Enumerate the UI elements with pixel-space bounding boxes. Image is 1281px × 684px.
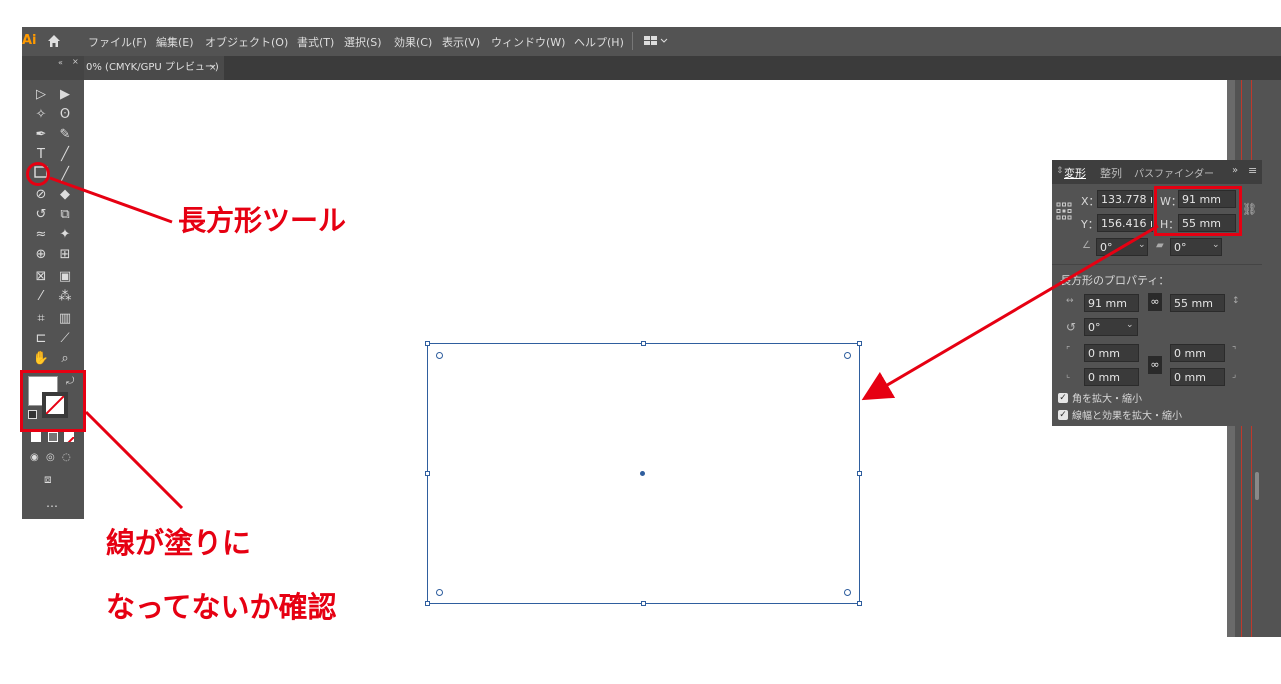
stroke-fill-annotation-line2: なってないか確認 <box>106 590 337 624</box>
annotation-arrows <box>49 176 1159 510</box>
rect-tool-pointer-line <box>49 176 173 224</box>
swatch-pointer-line <box>84 410 184 510</box>
stroke-fill-annotation-line1: 線が塗りに <box>106 526 252 560</box>
size-pointer-arrow <box>861 224 1159 401</box>
rect-tool-annotation: 長方形ツール <box>178 204 347 237</box>
